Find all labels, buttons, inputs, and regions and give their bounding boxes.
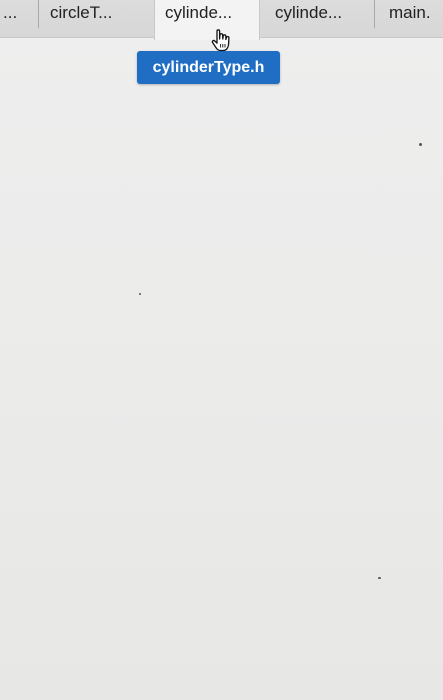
tab-truncated-left[interactable]: ... (0, 0, 38, 38)
tab-cylindertype-h-active[interactable]: cylinde... (154, 0, 260, 40)
tab-label: main. (389, 3, 431, 22)
tab-label: cylinde... (165, 3, 233, 22)
screen-speck (419, 143, 422, 146)
hand-pointer-icon (211, 29, 230, 52)
tab-label: circleT... (50, 3, 113, 22)
tab-cylindertype[interactable]: cylinde... (261, 0, 373, 38)
editor-window: ... circleT... cylinde... cylinde... mai… (0, 0, 443, 700)
tab-tooltip: cylinderType.h (137, 51, 280, 84)
screen-speck (139, 293, 141, 295)
screen-speck (378, 577, 381, 579)
tab-main[interactable]: main. (373, 0, 443, 38)
tab-circletype[interactable]: circleT... (38, 0, 154, 38)
tab-label: ... (3, 3, 18, 22)
tab-label: cylinde... (275, 3, 343, 22)
